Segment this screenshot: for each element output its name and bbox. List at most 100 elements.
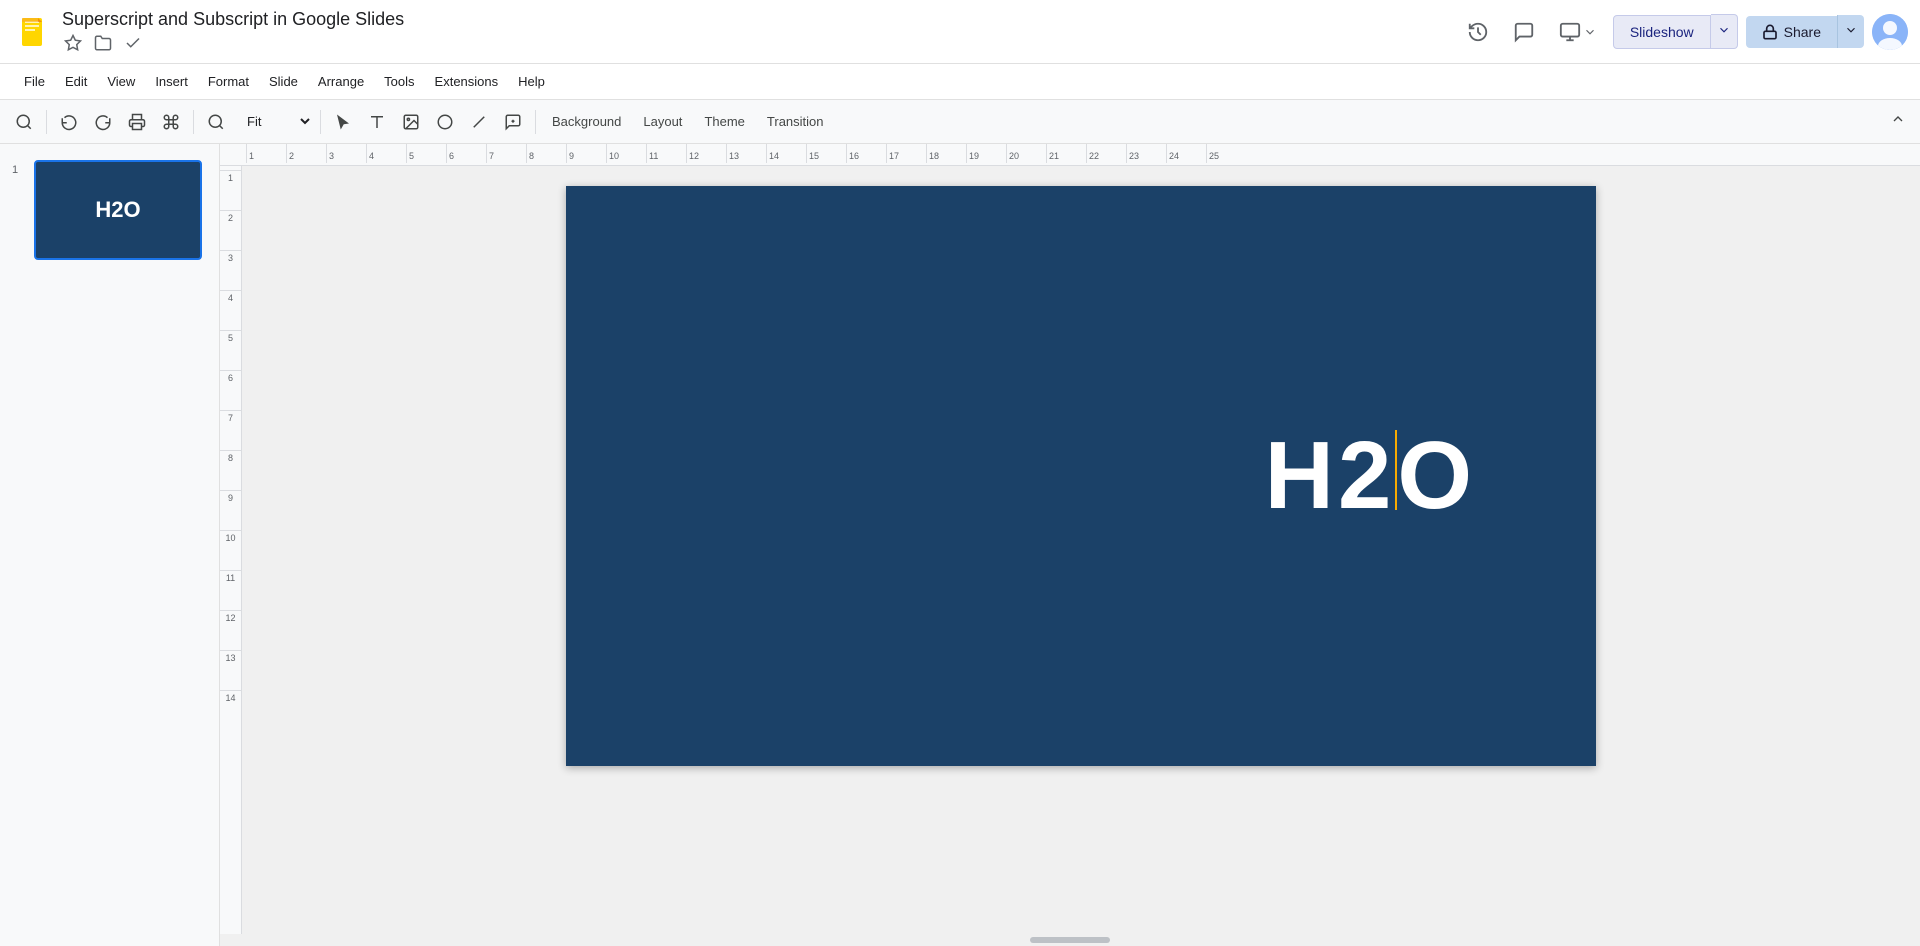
slide-main[interactable]: H 2 O (566, 186, 1596, 766)
layout-button[interactable]: Layout (633, 108, 692, 135)
slideshow-chevron-icon (1717, 23, 1731, 37)
folder-icon (94, 34, 112, 52)
share-label: Share (1784, 24, 1821, 40)
present-mode-button[interactable] (1551, 13, 1605, 51)
search-icon (15, 113, 33, 131)
menu-extensions[interactable]: Extensions (427, 70, 507, 93)
menu-file[interactable]: File (16, 70, 53, 93)
toolbar-divider-2 (193, 110, 194, 134)
menu-format[interactable]: Format (200, 70, 257, 93)
line-tool-button[interactable] (463, 106, 495, 138)
text-tool-button[interactable] (361, 106, 393, 138)
redo-icon (94, 113, 112, 131)
main-area: 1 H2O 1234567891011121314151617181920212… (0, 144, 1920, 946)
share-chevron-icon (1844, 23, 1858, 37)
print-button[interactable] (121, 106, 153, 138)
zoom-out-button[interactable] (200, 106, 232, 138)
collapse-toolbar-button[interactable] (1884, 105, 1912, 138)
menu-tools[interactable]: Tools (376, 70, 422, 93)
toolbar: Fit 50% 75% 100% 125% 150% 200% Backgrou… (0, 100, 1920, 144)
paint-format-button[interactable] (155, 106, 187, 138)
text-tool-icon (368, 113, 386, 131)
title-info: Superscript and Subscript in Google Slid… (62, 9, 404, 55)
history-icon (1467, 21, 1489, 43)
undo-icon (60, 113, 78, 131)
transition-button[interactable]: Transition (757, 108, 834, 135)
cloud-save-button[interactable] (122, 32, 144, 54)
slide-text[interactable]: H 2 O (1265, 428, 1476, 524)
share-button-group: Share (1746, 15, 1864, 48)
share-dropdown-button[interactable] (1837, 15, 1864, 48)
image-icon (402, 113, 420, 131)
ruler-mark-container: 1234567891011121314151617181920212223242… (246, 144, 1246, 163)
text-cursor (1395, 430, 1397, 510)
menu-slide[interactable]: Slide (261, 70, 306, 93)
ruler-top: 1234567891011121314151617181920212223242… (220, 144, 1920, 166)
canvas-wrapper: 1234567891011121314151617181920212223242… (220, 144, 1920, 946)
add-comment-icon (504, 113, 522, 131)
doc-title: Superscript and Subscript in Google Slid… (62, 9, 404, 31)
image-tool-button[interactable] (395, 106, 427, 138)
cloud-icon (124, 34, 142, 52)
lock-icon (1762, 24, 1778, 40)
print-icon (128, 113, 146, 131)
cursor-icon (334, 113, 352, 131)
slideshow-button[interactable]: Slideshow (1613, 15, 1711, 49)
slideshow-button-group: Slideshow (1613, 14, 1738, 49)
toolbar-divider-4 (535, 110, 536, 134)
scrollbar-thumb[interactable] (1030, 937, 1110, 943)
ruler-left: 1234567891011121314 (220, 166, 242, 934)
slide-text-h: H (1265, 428, 1338, 524)
paint-format-icon (162, 113, 180, 131)
slideshow-dropdown-button[interactable] (1711, 14, 1738, 49)
zoom-select[interactable]: Fit 50% 75% 100% 125% 150% 200% (234, 108, 314, 135)
shape-tool-button[interactable] (429, 106, 461, 138)
comment-icon (1513, 21, 1535, 43)
comments-button[interactable] (1505, 13, 1543, 51)
star-icon (64, 34, 82, 52)
star-button[interactable] (62, 32, 84, 54)
slide-thumb-text: H2O (95, 197, 140, 223)
slide-text-2: 2 (1338, 428, 1395, 524)
menu-edit[interactable]: Edit (57, 70, 95, 93)
menu-view[interactable]: View (99, 70, 143, 93)
title-bar-right: Slideshow Share (1459, 13, 1908, 51)
shape-icon (436, 113, 454, 131)
slide-list-item[interactable]: 1 H2O (8, 156, 211, 264)
title-action-icons (62, 32, 404, 54)
scrollbar-bottom[interactable] (220, 934, 1920, 946)
menu-help[interactable]: Help (510, 70, 553, 93)
history-button[interactable] (1459, 13, 1497, 51)
undo-button[interactable] (53, 106, 85, 138)
menu-insert[interactable]: Insert (147, 70, 196, 93)
toolbar-divider-3 (320, 110, 321, 134)
avatar[interactable] (1872, 14, 1908, 50)
chevron-up-icon (1890, 111, 1906, 127)
slide-panel: 1 H2O (0, 144, 220, 946)
slide-canvas-area[interactable]: H 2 O (242, 166, 1920, 934)
theme-button[interactable]: Theme (694, 108, 754, 135)
monitor-icon (1559, 21, 1581, 43)
ruler-top-marks: 1234567891011121314151617181920212223242… (242, 144, 1920, 165)
title-bar-left: Superscript and Subscript in Google Slid… (12, 9, 1459, 55)
toolbar-divider-1 (46, 110, 47, 134)
slide-number: 1 (12, 164, 26, 176)
slide-text-o: O (1397, 428, 1476, 524)
slides-logo-icon (16, 16, 48, 48)
app-icon (12, 12, 52, 52)
comment-tool-button[interactable] (497, 106, 529, 138)
canvas-row: 1234567891011121314 H 2 O (220, 166, 1920, 934)
menu-bar: File Edit View Insert Format Slide Arran… (0, 64, 1920, 100)
redo-button[interactable] (87, 106, 119, 138)
zoom-icon (207, 113, 225, 131)
line-icon (470, 113, 488, 131)
search-toolbar-button[interactable] (8, 106, 40, 138)
background-button[interactable]: Background (542, 108, 631, 135)
select-tool-button[interactable] (327, 106, 359, 138)
folder-button[interactable] (92, 32, 114, 54)
title-bar: Superscript and Subscript in Google Slid… (0, 0, 1920, 64)
menu-arrange[interactable]: Arrange (310, 70, 372, 93)
slide-thumbnail[interactable]: H2O (34, 160, 202, 260)
share-button[interactable]: Share (1746, 16, 1837, 48)
chevron-down-icon (1583, 25, 1597, 39)
